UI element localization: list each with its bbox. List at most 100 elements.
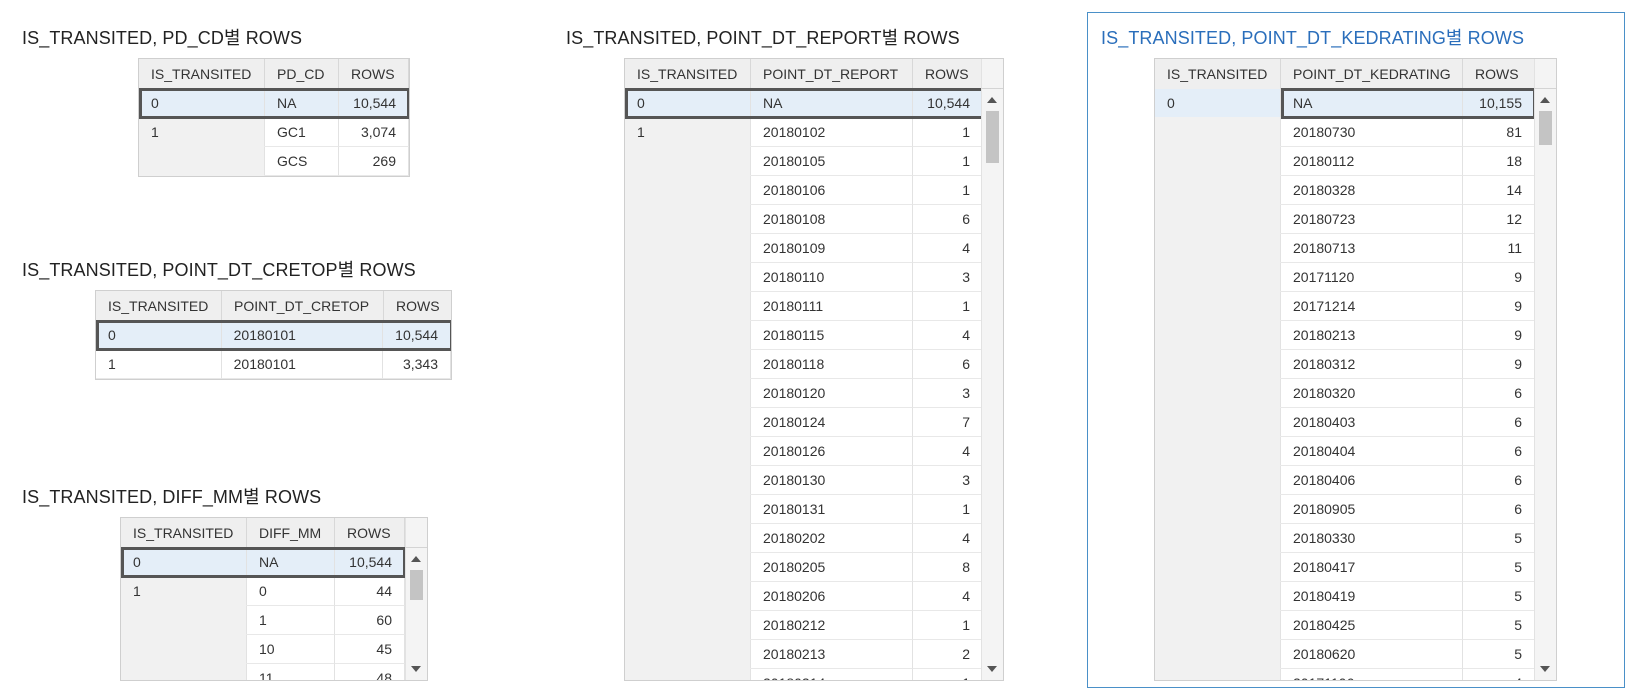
table-cell-rows[interactable]: 1 (913, 669, 983, 680)
column-header-rows[interactable]: ROWS (339, 59, 409, 89)
table-cell-diff-mm[interactable]: 1 (247, 606, 335, 635)
table-cell-is-transited[interactable] (625, 524, 751, 553)
scroll-down-arrow-icon[interactable] (987, 666, 997, 672)
table-cell-point-dt-kedrating[interactable]: 20180723 (1281, 205, 1463, 234)
table-cell-is-transited[interactable] (625, 466, 751, 495)
scrollbar-thumb[interactable] (986, 111, 999, 163)
table-cell-is-transited[interactable] (121, 664, 247, 680)
table-row[interactable]: 20180124 7 (625, 408, 1003, 437)
column-header-point-dt-cretop[interactable]: POINT_DT_CRETOP (222, 291, 384, 321)
scroll-up-arrow-icon[interactable] (411, 556, 421, 562)
table-row[interactable]: 20180403 6 (1155, 408, 1556, 437)
table-cell-point-dt-kedrating[interactable]: 20171214 (1281, 292, 1463, 321)
table-cell-rows[interactable]: 10,544 (335, 548, 405, 577)
scroll-down-arrow-icon[interactable] (411, 666, 421, 672)
table-cell-point-dt-kedrating[interactable]: 20180330 (1281, 524, 1463, 553)
table-cell-is-transited[interactable] (121, 635, 247, 664)
table-row[interactable]: 1 60 (121, 606, 427, 635)
table-row[interactable]: GCS 269 (139, 147, 409, 176)
table-row[interactable]: 201711064 (1155, 669, 1556, 680)
table-cell-rows[interactable]: 6 (913, 205, 983, 234)
table-cell-rows[interactable]: 1 (913, 176, 983, 205)
table-cell-is-transited[interactable] (625, 553, 751, 582)
table-cell-is-transited[interactable]: 0 (1155, 89, 1281, 118)
table-row-selected[interactable]: 0 NA 10,155 (1155, 89, 1556, 118)
table-row[interactable]: 20180905 6 (1155, 495, 1556, 524)
table-cell-point-dt-kedrating[interactable]: 20180406 (1281, 466, 1463, 495)
table-cell-rows[interactable]: 9 (1463, 292, 1535, 321)
table-row[interactable]: 20180406 6 (1155, 466, 1556, 495)
table-cell-is-transited[interactable] (625, 582, 751, 611)
table-cell-is-transited[interactable] (625, 147, 751, 176)
table-cell-point-dt-report[interactable]: 20180202 (751, 524, 913, 553)
column-header-is-transited[interactable]: IS_TRANSITED (1155, 59, 1281, 89)
table-cell-rows[interactable]: 1 (913, 118, 983, 147)
table-row[interactable]: 1 GC1 3,074 (139, 118, 409, 147)
table-row[interactable]: 11 48 (121, 664, 427, 680)
table-row[interactable]: 20180330 5 (1155, 524, 1556, 553)
table-cell-is-transited[interactable] (625, 263, 751, 292)
table-cell-point-dt-report[interactable]: 20180105 (751, 147, 913, 176)
table-cell-is-transited[interactable] (1155, 466, 1281, 495)
vertical-scrollbar[interactable] (405, 548, 427, 680)
table-cell-rows[interactable]: 6 (1463, 408, 1535, 437)
table-row[interactable]: 20180620 5 (1155, 640, 1556, 669)
table-cell-is-transited[interactable] (1155, 176, 1281, 205)
table-cell-rows[interactable]: 11 (1463, 234, 1535, 263)
table-row-selected[interactable]: 0 NA 10,544 (139, 89, 409, 118)
table-cell-is-transited[interactable] (1155, 321, 1281, 350)
table-cell-is-transited[interactable] (1155, 408, 1281, 437)
table-cell-rows[interactable]: 6 (1463, 495, 1535, 524)
scrollbar-thumb[interactable] (1539, 111, 1552, 145)
table-cell-point-dt-report[interactable]: 20180213 (751, 640, 913, 669)
table-row[interactable]: 20180417 5 (1155, 553, 1556, 582)
table-cell-rows[interactable]: 45 (335, 635, 405, 664)
table-cell-is-transited[interactable] (1155, 611, 1281, 640)
table-cell-is-transited[interactable] (139, 147, 265, 176)
table-row[interactable]: 20180723 12 (1155, 205, 1556, 234)
table-row[interactable]: 20180206 4 (625, 582, 1003, 611)
table-cell-rows[interactable]: 5 (1463, 611, 1535, 640)
table-row[interactable]: 20180109 4 (625, 234, 1003, 263)
table-row[interactable]: 20180108 6 (625, 205, 1003, 234)
scroll-up-arrow-icon[interactable] (987, 97, 997, 103)
table-cell-rows[interactable]: 5 (1463, 640, 1535, 669)
table-row[interactable]: 201802141 (625, 669, 1003, 680)
table-cell-diff-mm[interactable]: 0 (247, 577, 335, 606)
table-cell-is-transited[interactable] (1155, 495, 1281, 524)
scroll-down-arrow-icon[interactable] (1540, 666, 1550, 672)
table-cell-rows[interactable]: 3 (913, 379, 983, 408)
column-header-is-transited[interactable]: IS_TRANSITED (121, 518, 247, 548)
column-header-rows[interactable]: ROWS (335, 518, 405, 548)
table-cell-rows[interactable]: 60 (335, 606, 405, 635)
table-cell-point-dt-cretop[interactable]: 20180101 (221, 350, 384, 379)
table-cell-diff-mm[interactable]: 10 (247, 635, 335, 664)
table-row[interactable]: 1 20180102 1 (625, 118, 1003, 147)
table-cell-point-dt-cretop[interactable]: 20180101 (221, 321, 384, 350)
table-cell-rows[interactable]: 44 (335, 577, 405, 606)
table-cell-is-transited[interactable] (1155, 640, 1281, 669)
table-cell-is-transited[interactable]: 0 (96, 321, 222, 350)
table-cell-rows[interactable]: 5 (1463, 582, 1535, 611)
table-row[interactable]: 20180312 9 (1155, 350, 1556, 379)
table-cell-point-dt-kedrating[interactable]: 20180312 (1281, 350, 1463, 379)
table-cell-rows[interactable]: 6 (913, 350, 983, 379)
table-cell-point-dt-kedrating[interactable]: 20171106 (1281, 669, 1463, 680)
table-cell-rows[interactable]: 4 (1463, 669, 1535, 680)
scrollbar-thumb[interactable] (410, 570, 423, 600)
table-cell-point-dt-kedrating[interactable]: 20180328 (1281, 176, 1463, 205)
table-cell-rows[interactable]: 4 (913, 582, 983, 611)
table-cell-rows[interactable]: 81 (1463, 118, 1535, 147)
table-cell-is-transited[interactable]: 1 (96, 350, 222, 379)
column-header-is-transited[interactable]: IS_TRANSITED (139, 59, 265, 89)
table-cell-rows[interactable]: 5 (1463, 553, 1535, 582)
table-cell-rows[interactable]: 3 (913, 263, 983, 292)
table-row-selected[interactable]: 0 NA 10,544 (625, 89, 1003, 118)
table-cell-point-dt-report[interactable]: 20180106 (751, 176, 913, 205)
table-cell-rows[interactable]: 18 (1463, 147, 1535, 176)
table-cell-rows[interactable]: 4 (913, 321, 983, 350)
table-cell-rows[interactable]: 6 (1463, 437, 1535, 466)
table-cell-is-transited[interactable]: 0 (121, 548, 247, 577)
table-cell-point-dt-kedrating[interactable]: 20171120 (1281, 263, 1463, 292)
table-row-selected[interactable]: 0 NA 10,544 (121, 548, 427, 577)
